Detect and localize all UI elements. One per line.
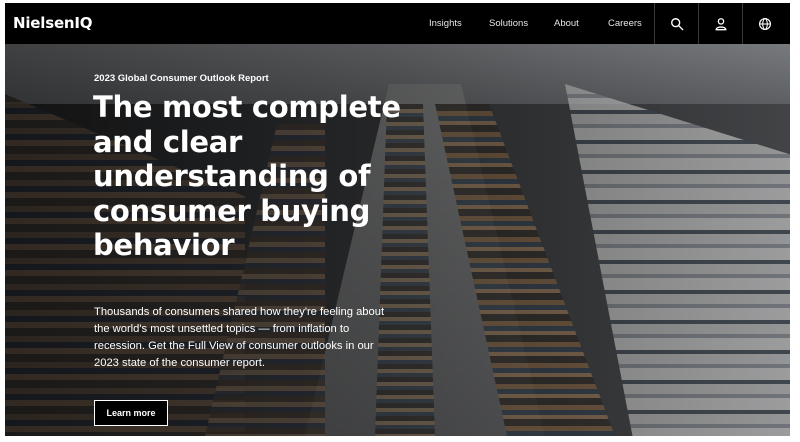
search-button[interactable] (654, 3, 698, 44)
nav-insights[interactable]: Insights (429, 18, 462, 29)
account-button[interactable] (698, 3, 742, 44)
nav-solutions[interactable]: Solutions (489, 18, 528, 29)
page-frame: NielsenIQ Insights Solutions About Caree… (5, 3, 790, 436)
hero-eyebrow: 2023 Global Consumer Outlook Report (94, 73, 269, 84)
hero-banner: 2023 Global Consumer Outlook Report The … (5, 44, 790, 436)
nielseniq-logo[interactable]: NielsenIQ (13, 14, 93, 32)
hero-description: Thousands of consumers shared how they'r… (94, 306, 385, 369)
globe-icon (758, 17, 771, 30)
hero-headline: The most complete and clear understandin… (93, 90, 401, 262)
nav-about[interactable]: About (554, 18, 579, 29)
nav-careers[interactable]: Careers (608, 18, 642, 29)
learn-more-button[interactable]: Learn more (94, 400, 168, 426)
site-header: NielsenIQ Insights Solutions About Caree… (5, 3, 790, 44)
language-button[interactable] (742, 3, 786, 44)
search-icon (670, 17, 683, 30)
user-icon (715, 17, 726, 30)
